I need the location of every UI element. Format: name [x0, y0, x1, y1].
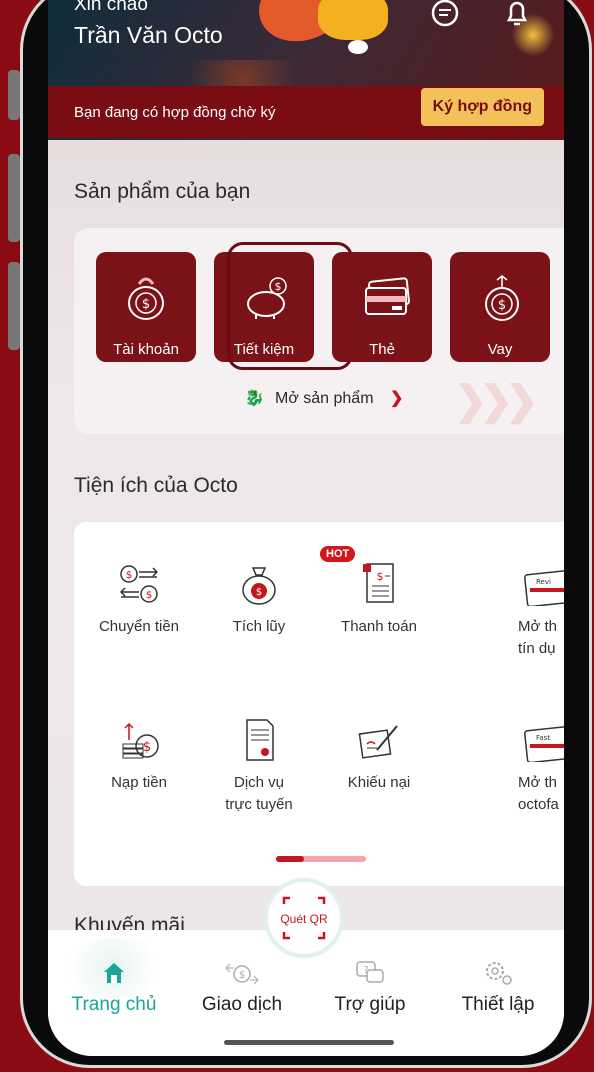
tab-label: Trang chủ [71, 994, 157, 1015]
complaint-icon [358, 725, 398, 759]
settings-icon [486, 962, 512, 985]
home-icon [104, 963, 124, 983]
utilities-card: HOT $ $ Chuyển tiền $ Tích lũy $ Thanh t… [74, 522, 564, 886]
product-account[interactable]: $ Tài khoản [96, 252, 196, 362]
utility-label: Khiếu nại [347, 774, 411, 791]
utility-label: Chuyển tiền [98, 618, 180, 635]
chevron-right-icon: ❯ [389, 390, 404, 407]
help-icon: ? [356, 961, 384, 983]
utility-open-credit-card[interactable]: Revi Mở th tín dụ [494, 562, 564, 660]
utility-payment[interactable]: $ Thanh toán [314, 562, 444, 638]
page-indicator [276, 856, 366, 862]
contract-notice: Bạn đang có hợp đồng chờ ký [74, 103, 276, 121]
transaction-icon: $ [225, 963, 259, 985]
tab-settings[interactable]: Thiết lập [438, 960, 558, 1016]
tab-home[interactable]: Trang chủ [54, 960, 174, 1016]
utility-label: Tích lũy [232, 618, 286, 635]
svg-text:$: $ [143, 740, 151, 755]
open-product-label: Mở sản phẩm [274, 390, 374, 407]
credit-card-icon: Revi [524, 568, 564, 606]
tab-help[interactable]: ? Trợ giúp [310, 960, 430, 1016]
tab-transactions[interactable]: $ Giao dịch [182, 960, 302, 1016]
product-card[interactable]: Thẻ [332, 252, 432, 362]
greeting-text: Xin chào [74, 0, 148, 15]
transfer-icon: $ $ [119, 565, 159, 603]
utilities-title: Tiện ích của Octo [74, 474, 238, 497]
decor-shape [348, 40, 368, 54]
header-banner: Xin chào Trần Văn Octo Bạn đang có hợp đ… [48, 0, 564, 140]
utility-transfer[interactable]: $ $ Chuyển tiền [74, 562, 204, 638]
svg-text:$: $ [498, 298, 506, 313]
products-card: $ Tài khoản $ Tiết kiệm Thẻ $ Vay ❯❯❯ 🐉 … [74, 228, 564, 434]
scan-qr-button[interactable]: Quét QR [264, 878, 344, 958]
bell-icon[interactable] [500, 0, 534, 30]
svg-text:$: $ [142, 297, 150, 312]
hot-badge: HOT [320, 546, 356, 562]
bill-icon: $ [363, 563, 394, 603]
tab-label: Trợ giúp [334, 994, 406, 1015]
savings-bag-icon: $ [242, 567, 276, 605]
svg-text:$: $ [146, 590, 152, 601]
utility-accumulate[interactable]: $ Tích lũy [194, 562, 324, 638]
moneybag-icon: $ [128, 277, 164, 320]
svg-text:$: $ [256, 587, 262, 598]
card-icon [365, 277, 410, 315]
product-loan[interactable]: $ Vay [450, 252, 550, 362]
utility-label: Nạp tiền [111, 774, 167, 791]
svg-text:$: $ [239, 970, 245, 981]
pending-contract-bar: Bạn đang có hợp đồng chờ ký Ký hợp đồng [48, 86, 564, 138]
product-label: Thẻ [369, 341, 395, 358]
product-label: Tài khoản [113, 341, 179, 358]
phone-side-button [8, 262, 20, 350]
phone-side-button [8, 70, 20, 120]
coin-icon: $ [485, 275, 519, 321]
tab-label: Thiết lập [461, 994, 535, 1015]
card-tag: Fast [536, 734, 550, 742]
tab-label: Giao dịch [201, 994, 283, 1015]
card-tag: Revi [536, 578, 551, 586]
document-icon [246, 719, 274, 761]
app-screen: Xin chào Trần Văn Octo Bạn đang có hợp đ… [48, 0, 564, 1056]
utility-open-octofast[interactable]: Fast Mở th octofa [494, 718, 564, 816]
qr-label: Quét QR [280, 912, 328, 926]
svg-text:$: $ [377, 570, 384, 583]
home-indicator [224, 1040, 394, 1045]
product-label: Vay [487, 341, 513, 358]
topup-icon: $ [122, 722, 159, 759]
utility-complaint[interactable]: Khiếu nại [314, 718, 444, 794]
utility-label: Mở th octofa [518, 774, 559, 813]
utility-label: Mở th tín dụ [518, 618, 558, 657]
utility-label: Dịch vụ trực tuyến [225, 774, 293, 813]
user-name: Trần Văn Octo [74, 22, 223, 48]
mascot-icon: 🐉 [244, 390, 265, 407]
utility-online-service[interactable]: Dịch vụ trực tuyến [194, 718, 324, 816]
open-product-link[interactable]: 🐉 Mở sản phẩm ❯ [74, 388, 564, 408]
chat-icon[interactable] [428, 0, 462, 30]
products-title: Sản phẩm của bạn [74, 180, 251, 203]
phone-side-button [8, 154, 20, 242]
utility-topup[interactable]: $ Nạp tiền [74, 718, 204, 794]
fast-card-icon: Fast [524, 724, 564, 762]
utility-label: Thanh toán [341, 618, 417, 635]
decor-shape [318, 0, 388, 40]
page-indicator-active [276, 856, 304, 862]
sign-contract-button[interactable]: Ký hợp đồng [420, 88, 544, 126]
svg-text:$: $ [126, 570, 132, 581]
